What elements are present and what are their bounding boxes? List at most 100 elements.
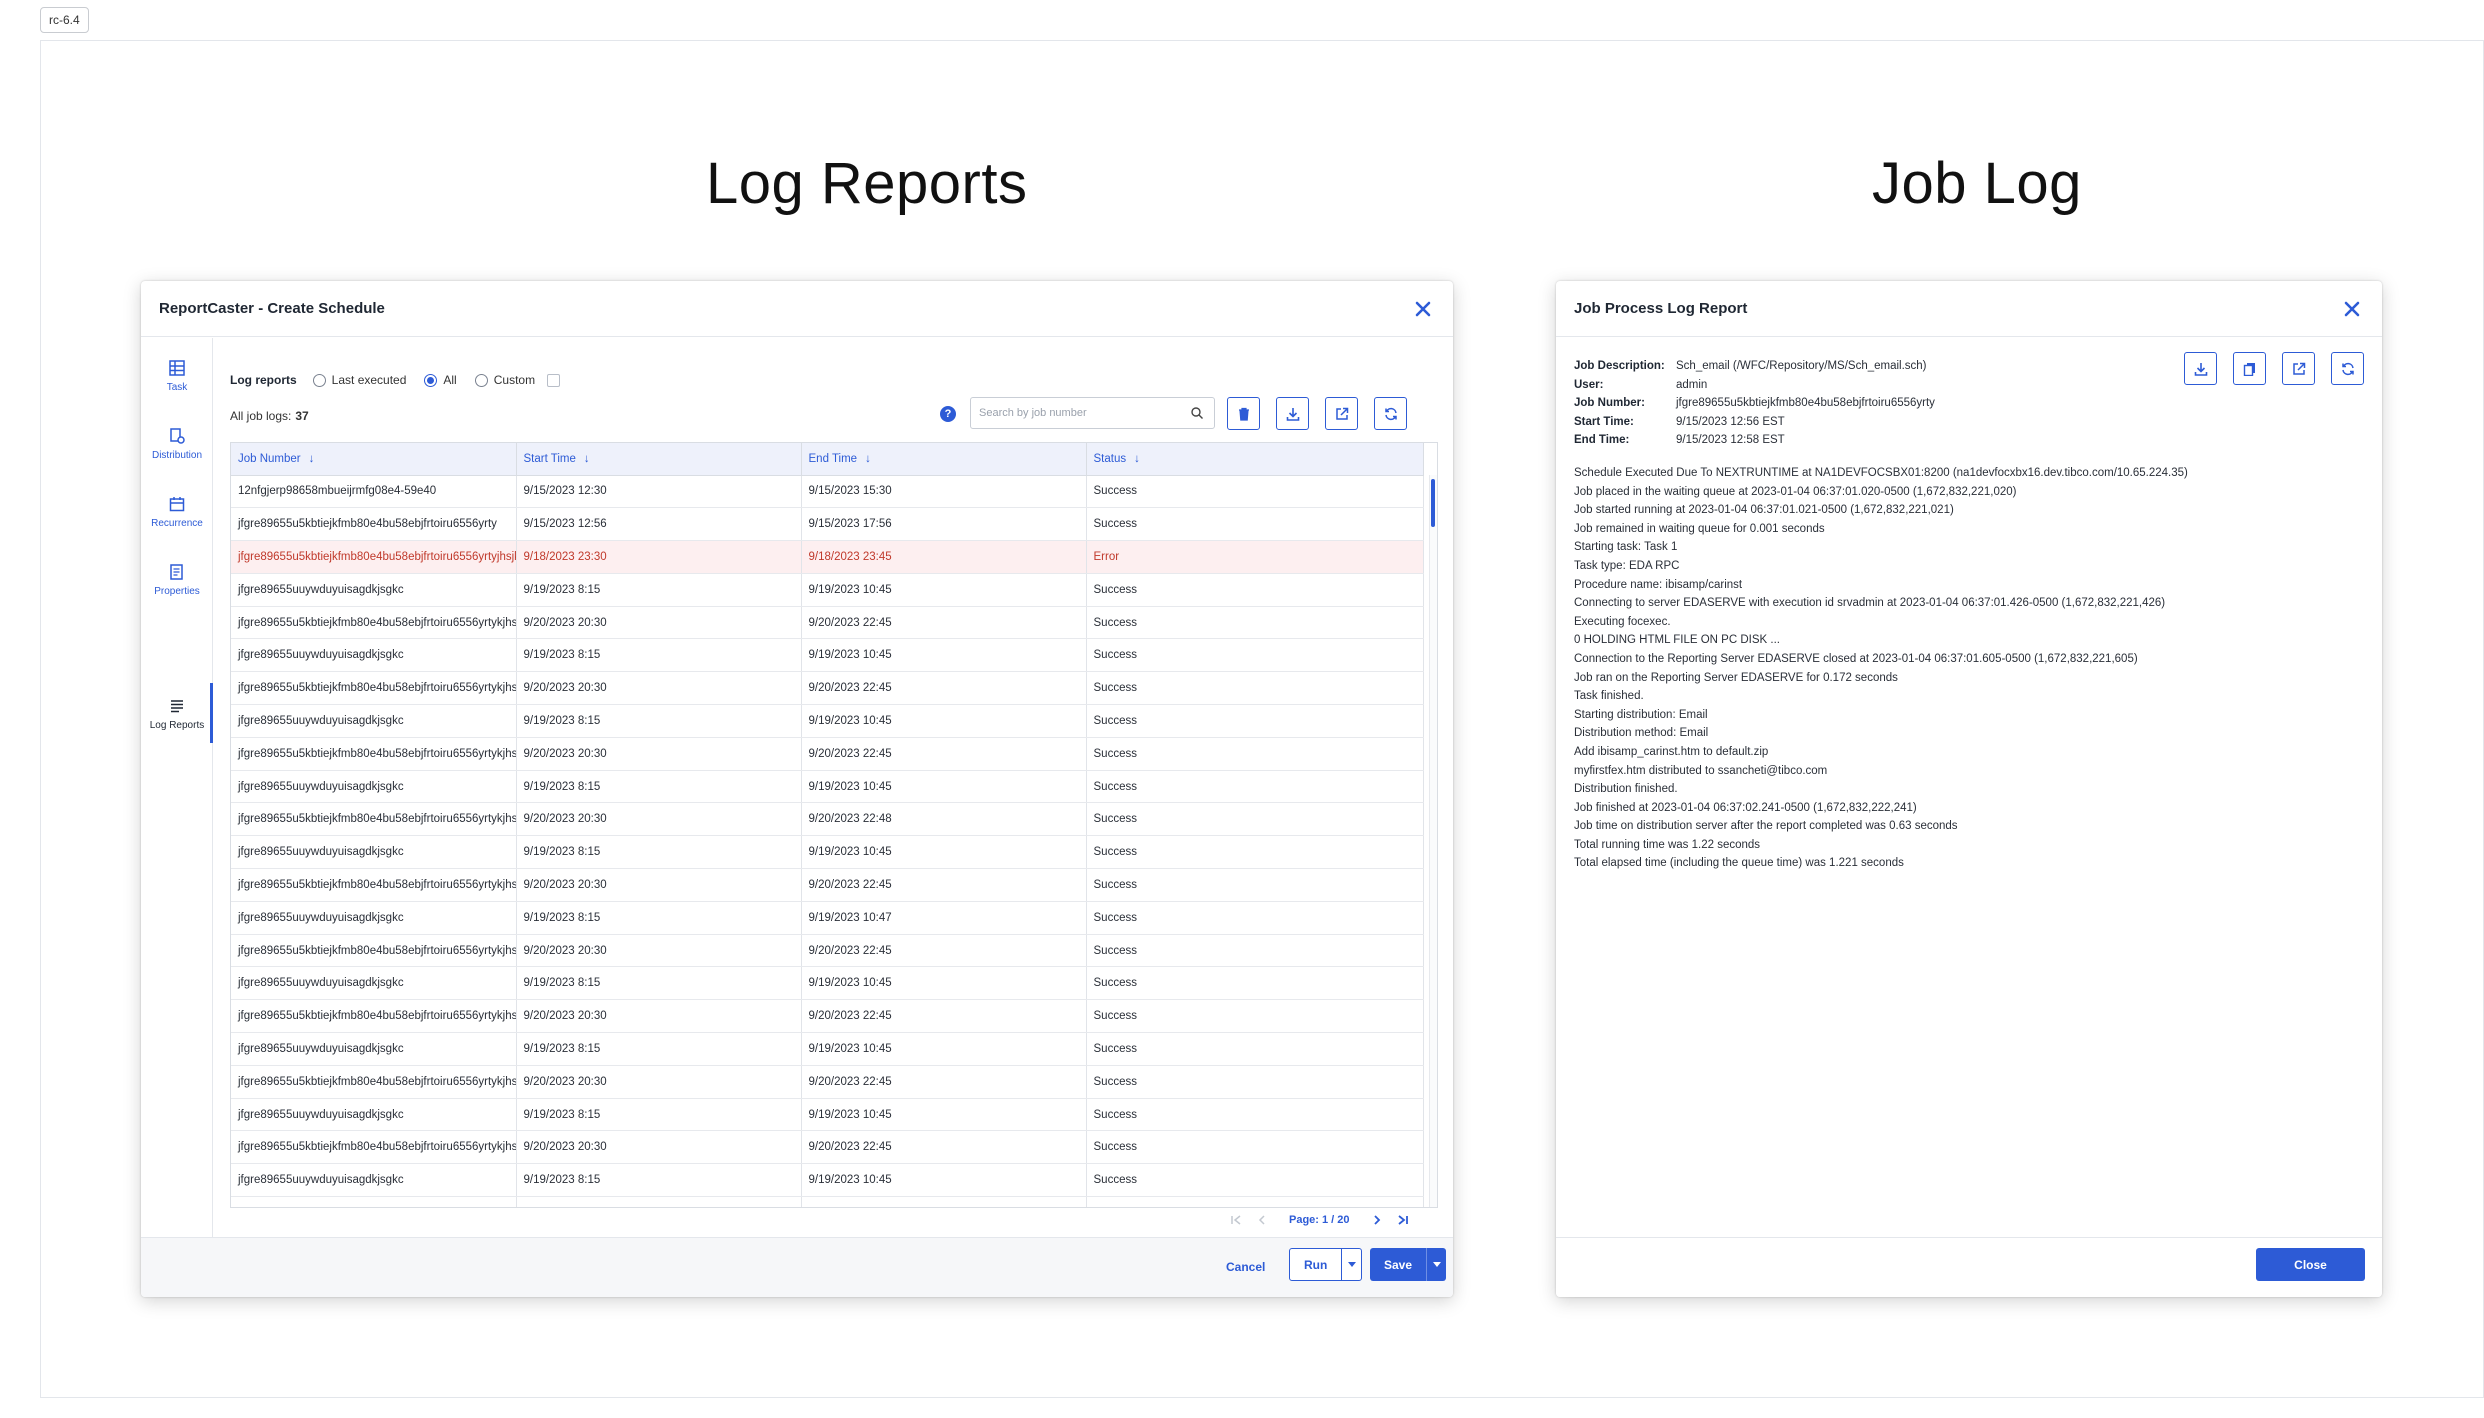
cell-end-time: 9/20/2023 22:45 [801, 1065, 1087, 1099]
save-button-label: Save [1384, 1257, 1413, 1272]
radio-label: Custom [493, 373, 536, 387]
cell-start-time: 9/19/2023 8:15 [516, 835, 802, 870]
refresh-button[interactable] [1374, 397, 1407, 430]
cell-job-number: jfgre89655u5kbtiejkfmb80e4bu58ebjfrtoiru… [231, 1065, 517, 1099]
log-line: Job remained in waiting queue for 0.001 … [1574, 522, 1825, 535]
page-indicator: Page: 1 / 20 [1289, 1214, 1350, 1226]
table-row[interactable]: jfgre89655uuywduyuisagdkjsgkc 9/19/2023 8… [231, 1098, 1424, 1132]
cell-status: Success [1086, 1163, 1424, 1198]
schedule-sidebar: Task Distribution Recurrence Properties … [141, 338, 213, 1238]
scrollbar-track[interactable] [1429, 475, 1437, 1207]
sidebar-item-task[interactable]: Task [141, 360, 213, 393]
sidebar-item-log-reports[interactable]: Log Reports [141, 698, 213, 731]
table-row[interactable]: jfgre89655u5kbtiejkfmb80e4bu58ebjfrtoiru… [231, 540, 1424, 574]
column-header-end-time[interactable]: End Time ↓ [801, 443, 1087, 476]
sidebar-item-properties[interactable]: Properties [141, 564, 213, 597]
dialog-title: Job Process Log Report [1574, 300, 1748, 317]
search-input[interactable] [970, 397, 1215, 429]
table-row[interactable]: jfgre89655u5kbtiejkfmb80e4bu58ebjfrtoiru… [231, 507, 1424, 542]
table-row[interactable]: jfgre89655u5kbtiejkfmb80e4bu58ebjfrtoiru… [231, 999, 1424, 1034]
close-button[interactable]: Close [2256, 1248, 2365, 1281]
table-row[interactable]: jfgre89655uuywduyuisagdkjsgkc 9/19/2023 8… [231, 901, 1424, 935]
log-line: Starting distribution: Email [1574, 708, 1708, 721]
table-row[interactable]: jfgre89655u5kbtiejkfmb80e4bu58ebjfrtoiru… [231, 1065, 1424, 1099]
refresh-button[interactable] [2331, 352, 2364, 385]
log-reports-label: Log reports [230, 373, 297, 387]
radio-last-executed[interactable]: Last executed [312, 373, 406, 387]
cell-end-time: 9/19/2023 10:45 [801, 966, 1087, 1001]
cell-job-number: jfgre89655uuywduyuisagdkjsgkc [231, 835, 517, 870]
meta-key: Job Description: [1574, 360, 1665, 372]
help-icon[interactable]: ? [940, 406, 956, 422]
run-dropdown-icon[interactable] [1341, 1249, 1361, 1280]
radio-custom[interactable]: Custom [474, 373, 536, 387]
date-picker-icon[interactable] [547, 373, 561, 387]
table-row[interactable]: jfgre89655uuywduyuisagdkjsgkc 9/19/2023 8… [231, 638, 1424, 673]
table-row[interactable] [231, 1196, 1424, 1207]
cell-job-number: jfgre89655u5kbtiejkfmb80e4bu58ebjfrtoiru… [231, 671, 517, 706]
download-button[interactable] [2184, 352, 2217, 385]
cell-end-time: 9/20/2023 22:45 [801, 999, 1087, 1034]
table-row[interactable]: jfgre89655uuywduyuisagdkjsgkc 9/19/2023 8… [231, 770, 1424, 804]
table-row[interactable]: 12nfgjerp98658mbueijrmfg08e4-59e40 9/15/2… [231, 475, 1424, 509]
meta-key: End Time: [1574, 434, 1630, 446]
run-button[interactable]: Run [1289, 1248, 1363, 1281]
save-button[interactable]: Save [1370, 1248, 1447, 1281]
last-page-icon[interactable] [1395, 1212, 1411, 1228]
dialog-header: Job Process Log Report [1556, 281, 2382, 337]
cell-job-number: jfgre89655u5kbtiejkfmb80e4bu58ebjfrtoiru… [231, 802, 517, 837]
cell-end-time: 9/19/2023 10:45 [801, 573, 1087, 607]
table-row[interactable]: jfgre89655u5kbtiejkfmb80e4bu58ebjfrtoiru… [231, 934, 1424, 968]
open-external-button[interactable] [2282, 352, 2315, 385]
table-row[interactable]: jfgre89655u5kbtiejkfmb80e4bu58ebjfrtoiru… [231, 606, 1424, 640]
table-row[interactable]: jfgre89655u5kbtiejkfmb80e4bu58ebjfrtoiru… [231, 737, 1424, 771]
table-row[interactable]: jfgre89655u5kbtiejkfmb80e4bu58ebjfrtoiru… [231, 1130, 1424, 1165]
column-header-job-number[interactable]: Job Number ↓ [231, 443, 517, 476]
save-dropdown-icon[interactable] [1426, 1248, 1446, 1281]
table-row[interactable]: jfgre89655uuywduyuisagdkjsgkc 9/19/2023 8… [231, 966, 1424, 1001]
prev-page-icon[interactable] [1254, 1212, 1270, 1228]
table-row[interactable]: jfgre89655uuywduyuisagdkjsgkc 9/19/2023 8… [231, 704, 1424, 738]
table-row[interactable]: jfgre89655uuywduyuisagdkjsgkc 9/19/2023 8… [231, 1163, 1424, 1198]
table-row[interactable]: jfgre89655u5kbtiejkfmb80e4bu58ebjfrtoiru… [231, 671, 1424, 706]
radio-all[interactable]: All [424, 373, 457, 387]
close-icon[interactable] [1411, 297, 1435, 321]
cell-job-number: jfgre89655uuywduyuisagdkjsgkc [231, 573, 517, 607]
cell-job-number [231, 1196, 517, 1207]
sidebar-item-distribution[interactable]: Distribution [141, 428, 213, 461]
scrollbar-thumb[interactable] [1431, 479, 1435, 527]
download-icon [2194, 362, 2207, 376]
table-row[interactable]: jfgre89655u5kbtiejkfmb80e4bu58ebjfrtoiru… [231, 802, 1424, 837]
column-header-start-time[interactable]: Start Time ↓ [516, 443, 802, 476]
radio-dot [474, 373, 488, 387]
cell-end-time: 9/19/2023 10:45 [801, 770, 1087, 804]
dialog-title: ReportCaster - Create Schedule [159, 300, 385, 317]
close-icon[interactable] [2340, 297, 2364, 321]
heading-log-reports: Log Reports [706, 151, 1028, 216]
cancel-button[interactable]: Cancel [1226, 1260, 1265, 1274]
delete-button[interactable] [1227, 397, 1260, 430]
cell-start-time: 9/20/2023 20:30 [516, 671, 802, 706]
first-page-icon[interactable] [1228, 1212, 1244, 1228]
cell-status: Success [1086, 901, 1424, 935]
cell-job-number: jfgre89655u5kbtiejkfmb80e4bu58ebjfrtoiru… [231, 540, 517, 574]
distribution-icon [170, 428, 185, 444]
cell-job-number: jfgre89655u5kbtiejkfmb80e4bu58ebjfrtoiru… [231, 999, 517, 1034]
log-line: Connecting to server EDASERVE with execu… [1574, 597, 2166, 610]
log-reports-panel: Log reports Last executed All Custom All… [213, 338, 1453, 1238]
cell-status: Success [1086, 671, 1424, 706]
column-header-status[interactable]: Status ↓ [1086, 443, 1424, 476]
cell-start-time: 9/19/2023 8:15 [516, 704, 802, 738]
table-row[interactable]: jfgre89655uuywduyuisagdkjsgkc 9/19/2023 8… [231, 835, 1424, 870]
log-line: Connection to the Reporting Server EDASE… [1574, 652, 2138, 665]
copy-button[interactable] [2233, 352, 2266, 385]
log-line: Executing focexec. [1574, 615, 1671, 628]
table-row[interactable]: jfgre89655u5kbtiejkfmb80e4bu58ebjfrtoiru… [231, 868, 1424, 902]
table-row[interactable]: jfgre89655uuywduyuisagdkjsgkc 9/19/2023 8… [231, 573, 1424, 607]
table-row[interactable]: jfgre89655uuywduyuisagdkjsgkc 9/19/2023 8… [231, 1032, 1424, 1066]
cell-status: Success [1086, 999, 1424, 1034]
open-external-button[interactable] [1325, 397, 1358, 430]
sidebar-item-recurrence[interactable]: Recurrence [141, 496, 213, 529]
next-page-icon[interactable] [1369, 1212, 1385, 1228]
download-button[interactable] [1276, 397, 1309, 430]
